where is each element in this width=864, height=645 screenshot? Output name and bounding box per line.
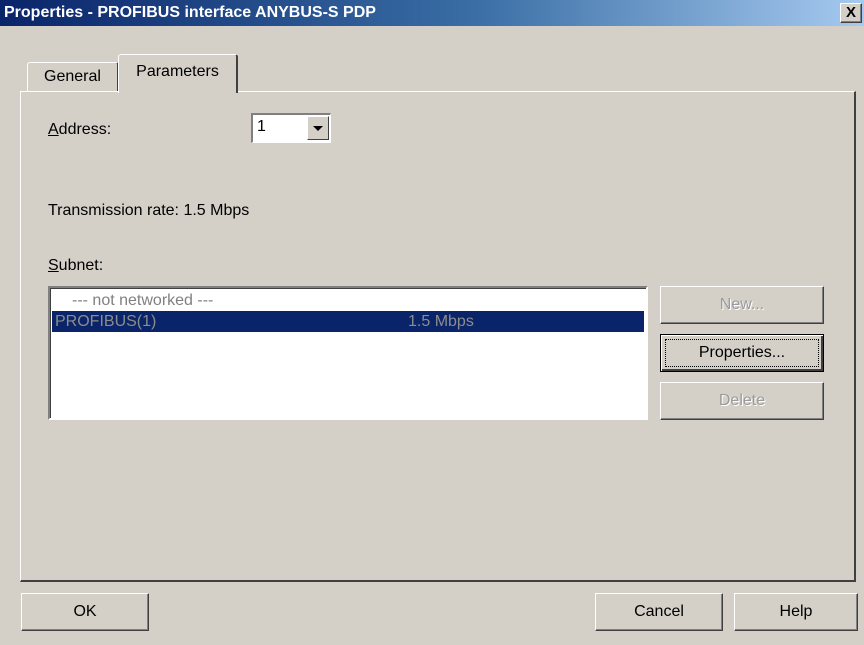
ok-button[interactable]: OK	[21, 593, 149, 631]
close-button[interactable]: X	[840, 3, 862, 23]
subnet-rate: 1.5 Mbps	[408, 313, 474, 330]
address-label-rest: ddress:	[58, 121, 112, 138]
properties-button-label: Properties...	[698, 344, 786, 361]
address-label: Address:	[48, 121, 111, 139]
transmission-rate-text: Transmission rate: 1.5 Mbps	[48, 202, 250, 219]
chevron-down-icon[interactable]	[307, 116, 329, 140]
cancel-button[interactable]: Cancel	[595, 593, 723, 631]
subnet-name: PROFIBUS(1)	[55, 313, 157, 330]
subnet-name: --- not networked ---	[72, 292, 214, 309]
list-item-selected[interactable]: PROFIBUS(1) 1.5 Mbps	[52, 311, 644, 332]
delete-button-label: Delete	[718, 392, 766, 409]
subnet-label: Subnet:	[48, 257, 103, 275]
subnet-label-rest: ubnet:	[58, 257, 104, 274]
delete-button[interactable]: Delete	[660, 382, 824, 420]
tab-parameters-label: Parameters	[136, 63, 219, 80]
help-button[interactable]: Help	[734, 593, 858, 631]
new-button[interactable]: New...	[660, 286, 824, 324]
tab-general[interactable]: General	[27, 62, 119, 92]
properties-button[interactable]: Properties...	[660, 334, 824, 372]
list-item[interactable]: --- not networked ---	[52, 290, 644, 311]
tab-parameters[interactable]: Parameters	[118, 54, 238, 93]
new-button-label: New...	[719, 296, 765, 313]
address-dropdown[interactable]: 1	[251, 113, 331, 143]
address-value: 1	[257, 118, 266, 135]
subnet-list[interactable]: --- not networked --- PROFIBUS(1) 1.5 Mb…	[48, 286, 648, 420]
close-icon: X	[845, 4, 856, 21]
help-button-label: Help	[779, 603, 813, 620]
address-label-mnemonic: A	[48, 121, 59, 138]
title-bar: Properties - PROFIBUS interface ANYBUS-S…	[0, 0, 864, 26]
window-title: Properties - PROFIBUS interface ANYBUS-S…	[4, 4, 376, 21]
tab-general-label: General	[44, 68, 101, 85]
cancel-button-label: Cancel	[634, 603, 684, 620]
focus-rect: Properties...	[665, 339, 819, 367]
subnet-label-mnemonic: S	[48, 257, 59, 274]
ok-button-label: OK	[73, 603, 97, 620]
